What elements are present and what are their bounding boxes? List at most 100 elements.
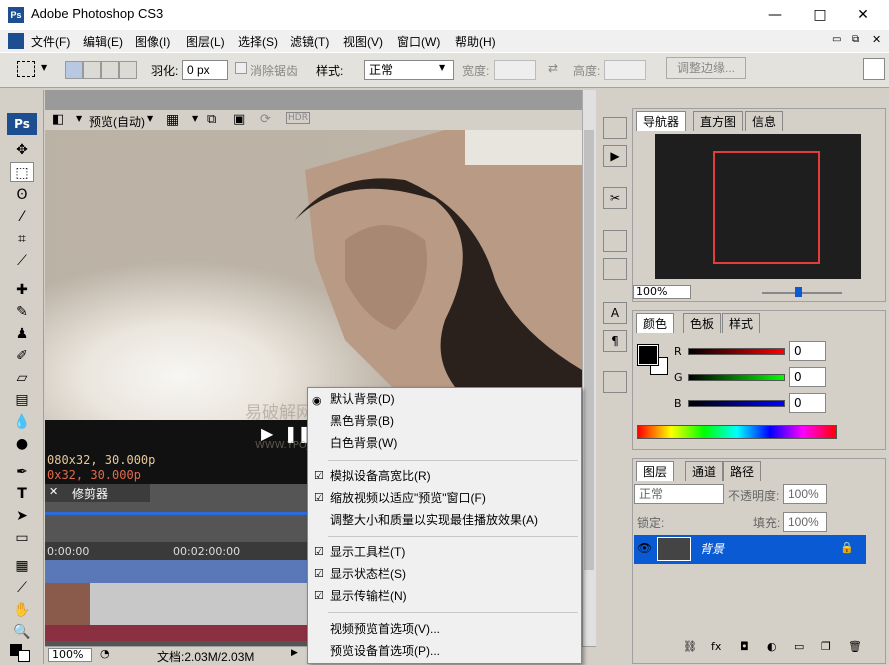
menu-item-device-prefs[interactable]: 预览设备首选项(P)... [330, 640, 440, 662]
copy-icon[interactable]: ⧉ [207, 112, 216, 127]
marquee-tool-icon[interactable]: ⬚ [10, 162, 34, 182]
doc-close-icon[interactable]: ✕ [872, 33, 881, 46]
magic-wand-icon[interactable]: ⁄ [10, 207, 34, 227]
menu-file[interactable]: 文件(F) [31, 33, 70, 50]
antialias-checkbox[interactable] [235, 62, 247, 74]
trash-icon[interactable]: 🗑 [848, 640, 862, 653]
zoom-field[interactable]: 100% [48, 648, 92, 662]
layer-comps-icon[interactable] [603, 371, 627, 393]
save-icon[interactable]: ▣ [233, 112, 245, 127]
status-menu-icon[interactable]: ◔ [100, 647, 110, 660]
actions-panel-icon[interactable]: ▶ [603, 145, 627, 167]
path-select-icon[interactable]: ➤ [10, 506, 34, 526]
menu-item-toolbar[interactable]: 显示工具栏(T) [330, 541, 405, 563]
navigator-view-box[interactable] [713, 151, 820, 264]
navigator-zoom-slider[interactable] [762, 292, 842, 294]
menu-item-default-bg[interactable]: 默认背景(D) [330, 388, 395, 410]
history-brush-icon[interactable]: ✐ [10, 346, 34, 366]
close-button[interactable]: ✕ [843, 4, 883, 26]
grid-icon[interactable]: ▦ [166, 112, 179, 128]
scroll-thumb[interactable] [584, 130, 594, 570]
minimize-button[interactable]: — [755, 4, 795, 26]
intersect-selection-icon[interactable] [119, 61, 137, 79]
brushes-panel-icon[interactable] [603, 230, 627, 252]
height-input[interactable] [604, 60, 646, 80]
tab-layers[interactable]: 图层 [636, 461, 675, 481]
doc-restore-icon[interactable]: ⧉ [852, 34, 859, 45]
r-slider[interactable] [688, 348, 785, 355]
tab-color[interactable]: 颜色 [636, 313, 675, 333]
blur-tool-icon[interactable]: 💧 [10, 412, 34, 432]
pen-tool-icon[interactable]: ✒ [10, 462, 34, 482]
shape-tool-icon[interactable]: ▭ [10, 528, 34, 548]
hand-tool-icon[interactable]: ✋ [10, 600, 34, 620]
doc-icon[interactable] [8, 33, 24, 49]
menu-item-video-prefs[interactable]: 视频预览首选项(V)... [330, 618, 440, 640]
menu-item-resize[interactable]: 调整大小和质量以实现最佳播放效果(A) [330, 509, 538, 531]
slice-tool-icon[interactable]: ⟋ [10, 251, 34, 271]
video-track[interactable] [45, 560, 307, 583]
zoom-tool-icon[interactable]: 🔍 [10, 622, 34, 642]
hdr-icon[interactable]: HDR [286, 112, 310, 124]
tab-swatches[interactable]: 色板 [683, 313, 722, 333]
subtract-selection-icon[interactable] [101, 61, 119, 79]
notes-tool-icon[interactable]: ▦ [10, 556, 34, 576]
new-layer-icon[interactable]: ❐ [821, 640, 831, 653]
tab-info[interactable]: 信息 [745, 111, 784, 131]
link-layers-icon[interactable]: ⛓ [683, 640, 697, 653]
group-icon[interactable]: ▭ [794, 640, 804, 653]
gradient-tool-icon[interactable]: ▤ [10, 390, 34, 410]
color-spectrum-bar[interactable] [637, 425, 837, 439]
maximize-button[interactable]: □ [800, 4, 840, 26]
healing-tool-icon[interactable]: ✚ [10, 280, 34, 300]
chevron-down-icon[interactable]: ▼ [76, 114, 82, 123]
tab-styles[interactable]: 样式 [722, 313, 761, 333]
paragraph-panel-icon[interactable]: ¶ [603, 330, 627, 352]
refine-edge-button[interactable]: 调整边缘... [666, 57, 746, 79]
visibility-eye-icon[interactable]: 👁 [637, 541, 652, 555]
menu-filter[interactable]: 滤镜(T) [290, 33, 329, 50]
clone-panel-icon[interactable] [603, 258, 627, 280]
r-value-input[interactable]: 0 [789, 341, 826, 361]
menu-edit[interactable]: 编辑(E) [83, 33, 123, 50]
background-color-swatch[interactable] [18, 650, 30, 662]
preview-icon[interactable]: ◧ [52, 112, 64, 127]
add-selection-icon[interactable] [83, 61, 101, 79]
preview-mode-label[interactable]: 预览(自动) [89, 113, 145, 130]
tools-panel-icon[interactable]: ✂ [603, 187, 627, 209]
crop-tool-icon[interactable]: ⌗ [10, 229, 34, 249]
menu-item-black-bg[interactable]: 黑色背景(B) [330, 410, 394, 432]
brush-tool-icon[interactable]: ✎ [10, 302, 34, 322]
dodge-tool-icon[interactable]: ● [10, 434, 34, 454]
b-value-input[interactable]: 0 [789, 393, 826, 413]
menu-window[interactable]: 窗口(W) [397, 33, 440, 50]
chevron-down-icon[interactable]: ▼ [192, 114, 198, 123]
menu-item-aspect[interactable]: 模拟设备高宽比(R) [330, 465, 431, 487]
eraser-tool-icon[interactable]: ▱ [10, 368, 34, 388]
mask-icon[interactable]: ◘ [740, 640, 749, 653]
tab-channels[interactable]: 通道 [685, 461, 724, 481]
chevron-down-icon[interactable]: ▼ [147, 114, 153, 123]
menu-view[interactable]: 视图(V) [343, 33, 383, 50]
character-panel-icon[interactable]: A [603, 302, 627, 324]
width-input[interactable] [494, 60, 536, 80]
g-slider[interactable] [688, 374, 785, 381]
fg-color-swatch[interactable] [637, 344, 659, 366]
trimmer-close-icon[interactable]: ✕ [49, 485, 58, 498]
tab-histogram[interactable]: 直方图 [693, 111, 744, 131]
g-value-input[interactable]: 0 [789, 367, 826, 387]
tab-navigator[interactable]: 导航器 [636, 111, 687, 131]
move-tool-icon[interactable]: ✥ [10, 140, 34, 160]
stamp-tool-icon[interactable]: ♟ [10, 324, 34, 344]
refresh-icon[interactable]: ⟳ [260, 112, 271, 127]
menu-item-transport[interactable]: 显示传输栏(N) [330, 585, 407, 607]
eyedropper-tool-icon[interactable]: ⟋ [10, 578, 34, 598]
lasso-tool-icon[interactable]: ʘ [10, 185, 34, 205]
menu-item-scale[interactable]: 缩放视频以适应"预览"窗口(F) [330, 487, 486, 509]
history-panel-icon[interactable] [603, 117, 627, 139]
marquee-preset-icon[interactable] [17, 61, 35, 77]
menu-select[interactable]: 选择(S) [238, 33, 278, 50]
status-arrow-icon[interactable]: ▶ [291, 648, 298, 658]
fill-input[interactable]: 100% [783, 512, 827, 532]
fx-icon[interactable]: fx [711, 640, 721, 653]
